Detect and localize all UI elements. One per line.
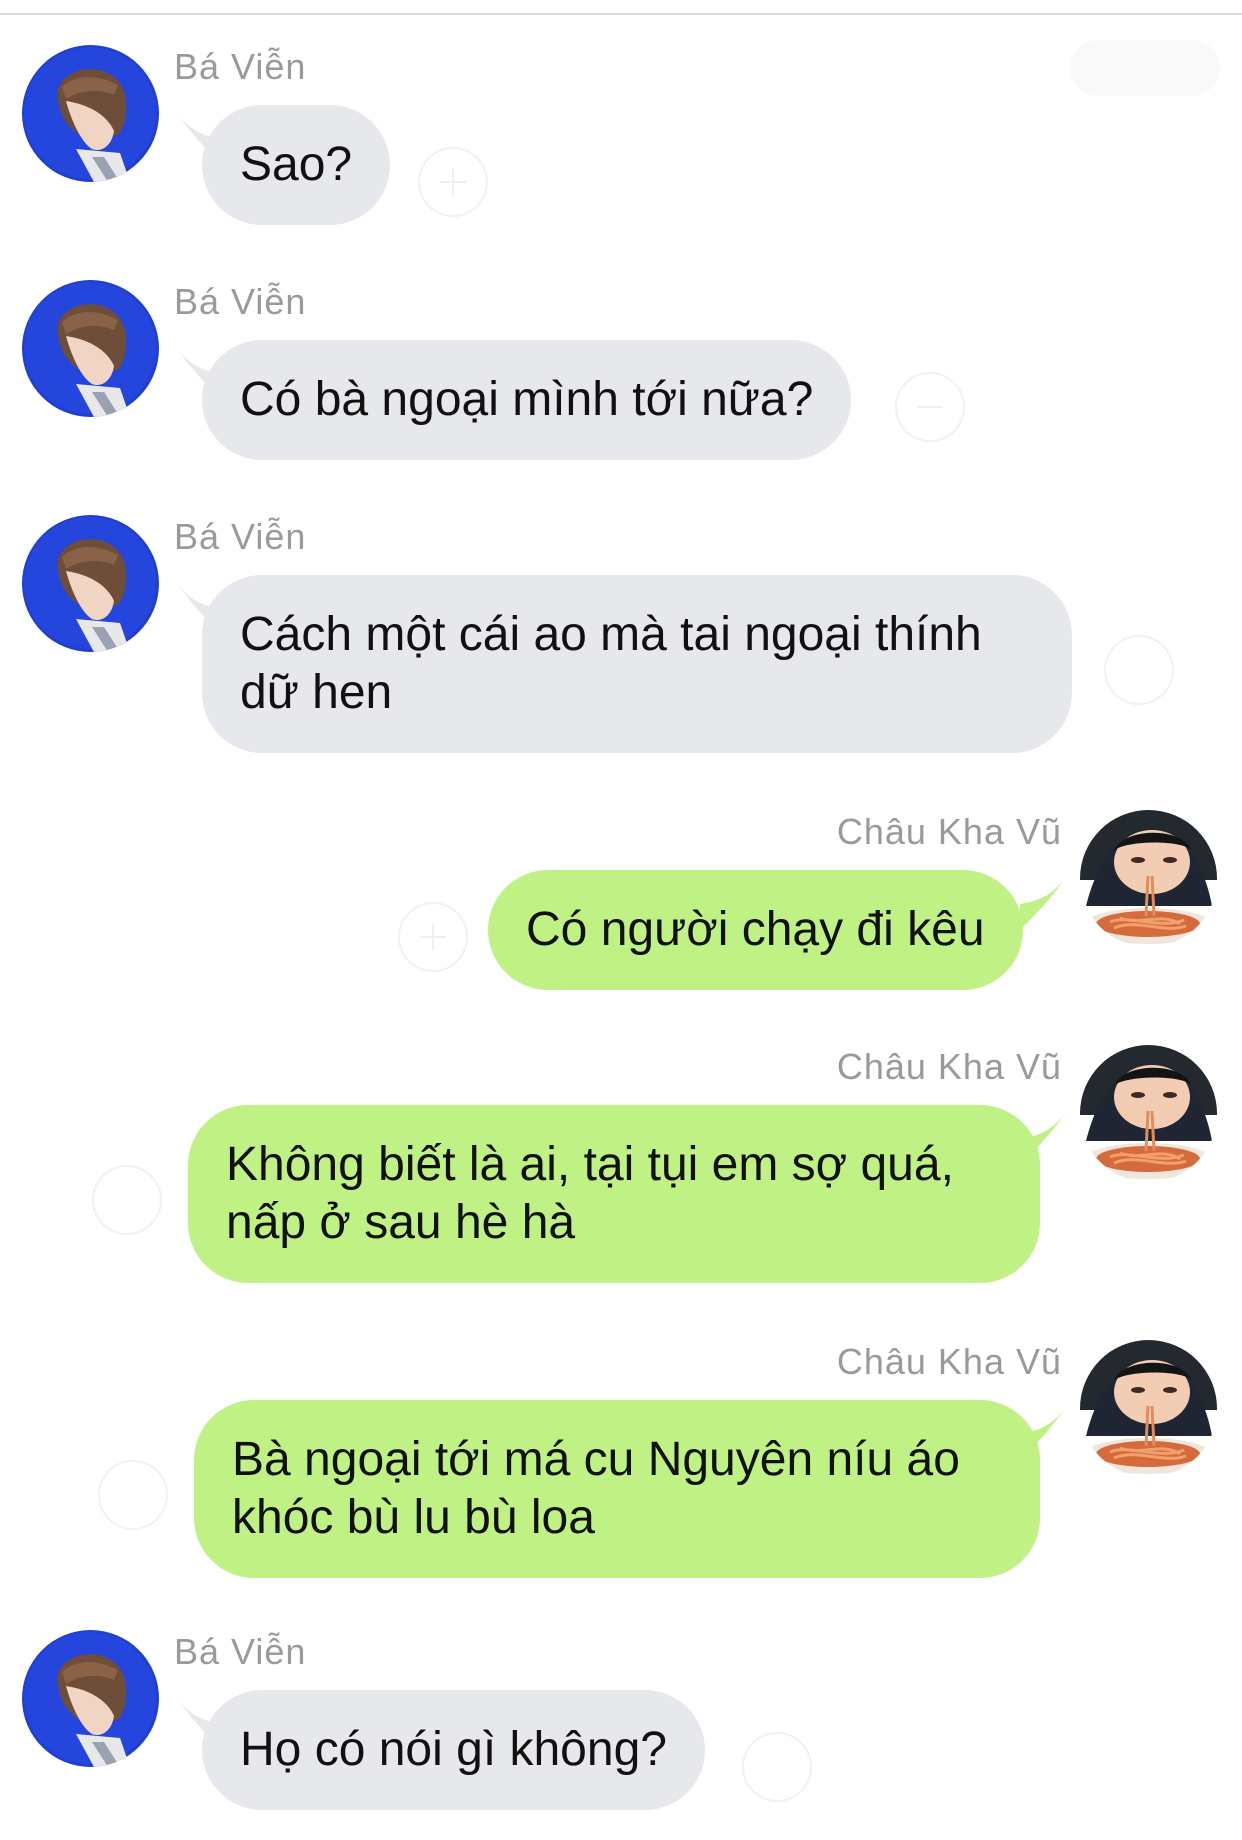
- react-icon[interactable]: [742, 1732, 812, 1802]
- message-bubble-outgoing[interactable]: Có người chạy đi kêu: [488, 870, 1023, 990]
- avatar[interactable]: [22, 515, 159, 652]
- sender-name: Châu Kha Vũ: [836, 1341, 1062, 1382]
- sender-name: Châu Kha Vũ: [836, 1046, 1062, 1087]
- top-corner-element: [1070, 40, 1220, 96]
- message-bubble-incoming[interactable]: Sao?: [202, 105, 391, 225]
- react-icon[interactable]: [1104, 635, 1174, 705]
- message-line: dữ hen: [240, 666, 393, 719]
- avatar[interactable]: [22, 280, 159, 417]
- message-bubble-incoming[interactable]: Họ có nói gì không?: [202, 1690, 705, 1810]
- react-icon[interactable]: [92, 1165, 162, 1235]
- message-line: Cách một cái ao mà tai ngoại thính: [240, 608, 982, 661]
- react-icon[interactable]: [98, 1460, 168, 1530]
- sender-name: Châu Kha Vũ: [836, 811, 1062, 852]
- react-icon[interactable]: [398, 902, 468, 972]
- message-bubble-outgoing[interactable]: Không biết là ai, tại tụi em sợ quá, nấp…: [188, 1105, 1040, 1283]
- react-icon[interactable]: [418, 147, 488, 217]
- message-line: Bà ngoại tới má cu Nguyên níu áo: [232, 1433, 960, 1486]
- message-line: nấp ở sau hè hà: [226, 1196, 576, 1249]
- message-bubble-incoming[interactable]: Có bà ngoại mình tới nữa?: [202, 340, 852, 460]
- message-line: Không biết là ai, tại tụi em sợ quá,: [226, 1138, 954, 1191]
- avatar[interactable]: [1080, 810, 1217, 947]
- message-line: khóc bù lu bù loa: [232, 1491, 595, 1544]
- sender-name: Bá Viễn: [174, 46, 307, 87]
- avatar[interactable]: [1080, 1045, 1217, 1182]
- avatar[interactable]: [22, 45, 159, 182]
- sender-name: Bá Viễn: [174, 281, 307, 322]
- message-bubble-incoming[interactable]: Cách một cái ao mà tai ngoại thính dữ he…: [202, 575, 1072, 753]
- react-icon[interactable]: [895, 372, 965, 442]
- sender-name: Bá Viễn: [174, 1631, 307, 1672]
- avatar[interactable]: [1080, 1340, 1217, 1477]
- avatar[interactable]: [22, 1630, 159, 1767]
- message-bubble-outgoing[interactable]: Bà ngoại tới má cu Nguyên níu áo khóc bù…: [194, 1400, 1040, 1578]
- top-divider: [0, 13, 1242, 15]
- sender-name: Bá Viễn: [174, 516, 307, 557]
